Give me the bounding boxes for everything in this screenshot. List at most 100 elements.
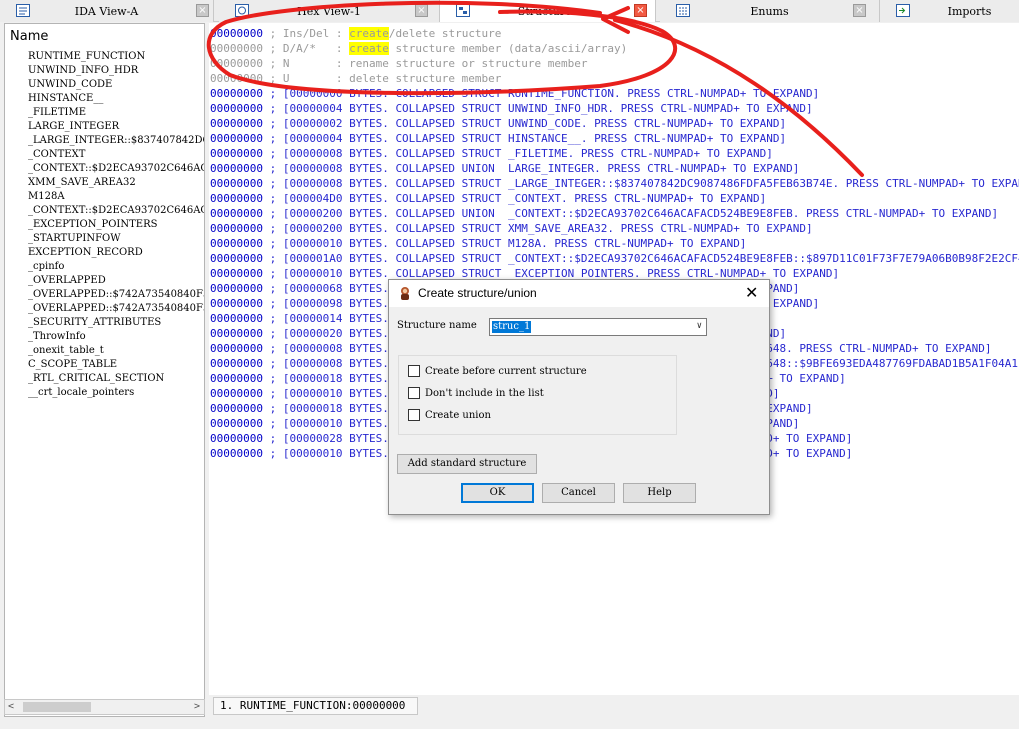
line-address: 00000000: [210, 162, 263, 175]
struct-line[interactable]: 00000000 ; [000004D0 BYTES. COLLAPSED ST…: [210, 191, 766, 206]
list-item[interactable]: EXCEPTION_RECORD: [28, 246, 204, 260]
line-address: 00000000: [210, 222, 263, 235]
help-line[interactable]: 00000000 ; D/A/* : create structure memb…: [210, 41, 627, 56]
list-item[interactable]: _CONTEXT::$D2ECA93702C646ACAF: [28, 162, 204, 176]
list-item[interactable]: _ThrowInfo: [28, 330, 204, 344]
create-union-checkbox[interactable]: [408, 409, 420, 421]
add-standard-structure-button[interactable]: Add standard structure: [397, 454, 537, 474]
line-separator: [263, 147, 270, 160]
close-icon[interactable]: ×: [196, 4, 209, 17]
line-address: 00000000: [210, 132, 263, 145]
line-address: 00000000: [210, 447, 263, 460]
line-separator: [263, 177, 270, 190]
line-address: 00000000: [210, 372, 263, 385]
list-item[interactable]: _OVERLAPPED::$742A73540840F31: [28, 302, 204, 316]
struct-line[interactable]: 00000000 ; [00000002 BYTES. COLLAPSED ST…: [210, 116, 786, 131]
line-separator: [263, 222, 270, 235]
dialog-titlebar[interactable]: Create structure/union ✕: [389, 280, 769, 307]
list-item[interactable]: _RTL_CRITICAL_SECTION: [28, 372, 204, 386]
list-item[interactable]: _FILETIME: [28, 106, 204, 120]
list-item[interactable]: RUNTIME_FUNCTION: [28, 50, 204, 64]
horizontal-scrollbar[interactable]: < >: [4, 699, 205, 715]
collapsed-struct-text: ; [00000008 BYTES. COLLAPSED STRUCT _LAR…: [269, 177, 1019, 190]
list-item[interactable]: _onexit_table_t: [28, 344, 204, 358]
hotkey-text: N: [282, 57, 330, 70]
list-item[interactable]: _LARGE_INTEGER::$837407842DC90: [28, 134, 204, 148]
collapsed-struct-text: ; [00000004 BYTES. COLLAPSED STRUCT UNWI…: [269, 102, 813, 115]
list-item[interactable]: UNWIND_CODE: [28, 78, 204, 92]
list-item[interactable]: _OVERLAPPED: [28, 274, 204, 288]
help-button[interactable]: Help: [623, 483, 696, 503]
scroll-right-icon[interactable]: >: [194, 701, 200, 712]
line-separator: [263, 267, 270, 280]
line-address: 00000000: [210, 42, 263, 55]
list-item[interactable]: UNWIND_INFO_HDR: [28, 64, 204, 78]
collapsed-struct-text: ; [00000200 BYTES. COLLAPSED STRUCT XMM_…: [269, 222, 813, 235]
name-column-header[interactable]: Name: [10, 29, 48, 44]
close-icon[interactable]: ×: [415, 4, 428, 17]
line-address: 00000000: [210, 297, 263, 310]
help-line[interactable]: 00000000 ; Ins/Del : create/delete struc…: [210, 26, 501, 41]
create-before-checkbox[interactable]: [408, 365, 420, 377]
line-separator: [263, 87, 270, 100]
struct-line[interactable]: 00000000 ; [00000004 BYTES. COLLAPSED ST…: [210, 131, 786, 146]
dont-include-label[interactable]: Don't include in the list: [425, 388, 544, 399]
tab-structures[interactable]: Structures ×: [440, 0, 656, 22]
cancel-button[interactable]: Cancel: [542, 483, 615, 503]
list-item[interactable]: _CONTEXT: [28, 148, 204, 162]
list-item[interactable]: _SECURITY_ATTRIBUTES: [28, 316, 204, 330]
struct-line[interactable]: 00000000 ; [00000200 BYTES. COLLAPSED ST…: [210, 221, 813, 236]
create-union-label[interactable]: Create union: [425, 410, 491, 421]
line-separator: :: [329, 42, 350, 55]
line-separator: ;: [262, 27, 283, 40]
list-item[interactable]: _EXCEPTION_POINTERS: [28, 218, 204, 232]
help-text: rename structure or structure member: [349, 57, 588, 70]
struct-line[interactable]: 00000000 ; [000001A0 BYTES. COLLAPSED ST…: [210, 251, 1019, 266]
highlighted-keyword: create: [349, 27, 389, 40]
list-item[interactable]: XMM_SAVE_AREA32: [28, 176, 204, 190]
list-item[interactable]: _CONTEXT::$D2ECA93702C646ACAF: [28, 204, 204, 218]
list-item[interactable]: HINSTANCE__: [28, 92, 204, 106]
create-structure-dialog: Create structure/union ✕ Structure name …: [388, 279, 770, 515]
chevron-down-icon[interactable]: ∨: [697, 321, 702, 331]
struct-line[interactable]: 00000000 ; [00000004 BYTES. COLLAPSED ST…: [210, 101, 813, 116]
ok-button[interactable]: OK: [461, 483, 534, 503]
help-line[interactable]: 00000000 ; N : rename structure or struc…: [210, 56, 588, 71]
tab-imports[interactable]: Imports: [880, 0, 1019, 22]
status-bar: 1. RUNTIME_FUNCTION:00000000: [213, 697, 418, 715]
tab-enums[interactable]: Enums ×: [660, 0, 880, 22]
struct-line[interactable]: 00000000 ; [00000010 BYTES. COLLAPSED ST…: [210, 236, 746, 251]
list-item[interactable]: M128A: [28, 190, 204, 204]
scroll-left-icon[interactable]: <: [8, 701, 14, 712]
close-icon[interactable]: ×: [853, 4, 866, 17]
structure-name-combobox[interactable]: struc_1 ∨: [489, 318, 707, 336]
struct-line[interactable]: 00000000 ; [00000000 BYTES. COLLAPSED ST…: [210, 86, 819, 101]
line-separator: [263, 162, 270, 175]
line-separator: [263, 117, 270, 130]
dont-include-checkbox[interactable]: [408, 387, 420, 399]
list-item[interactable]: _STARTUPINFOW: [28, 232, 204, 246]
list-item[interactable]: _OVERLAPPED::$742A73540840F31: [28, 288, 204, 302]
scroll-thumb[interactable]: [23, 702, 91, 712]
list-item[interactable]: __crt_locale_pointers: [28, 386, 204, 400]
line-address: 00000000: [210, 147, 263, 160]
list-item[interactable]: _cpinfo: [28, 260, 204, 274]
line-address: 00000000: [210, 252, 263, 265]
close-icon[interactable]: ×: [634, 4, 647, 17]
close-icon[interactable]: ✕: [745, 283, 758, 302]
line-separator: [263, 327, 270, 340]
struct-line[interactable]: 00000000 ; [00000008 BYTES. COLLAPSED ST…: [210, 146, 773, 161]
help-line[interactable]: 00000000 ; U : delete structure member: [210, 71, 501, 86]
struct-line[interactable]: 00000000 ; [00000008 BYTES. COLLAPSED ST…: [210, 176, 1019, 191]
create-before-label[interactable]: Create before current structure: [425, 366, 587, 377]
struct-line[interactable]: 00000000 ; [00000008 BYTES. COLLAPSED UN…: [210, 161, 799, 176]
line-separator: [263, 207, 270, 220]
line-address: 00000000: [210, 267, 263, 280]
list-item[interactable]: LARGE_INTEGER: [28, 120, 204, 134]
line-separator: [263, 252, 270, 265]
structure-name-value[interactable]: struc_1: [492, 321, 532, 333]
struct-line[interactable]: 00000000 ; [00000200 BYTES. COLLAPSED UN…: [210, 206, 998, 221]
list-item[interactable]: C_SCOPE_TABLE: [28, 358, 204, 372]
tab-hex-view-1[interactable]: Hex View-1 ×: [219, 0, 440, 22]
tab-ida-view-a[interactable]: IDA View-A ×: [0, 0, 214, 22]
